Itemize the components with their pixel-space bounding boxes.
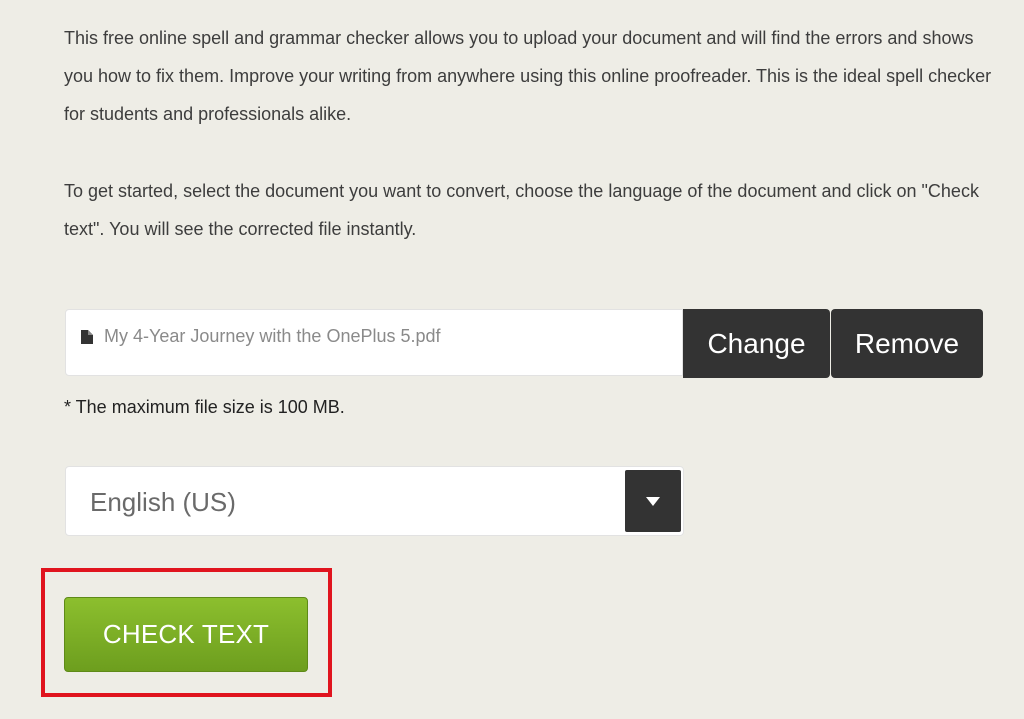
max-file-size-note: * The maximum file size is 100 MB. [64, 397, 345, 417]
file-icon [81, 330, 93, 344]
instructions-paragraph: To get started, select the document you … [64, 181, 979, 239]
intro-paragraph: This free online spell and grammar check… [64, 28, 992, 124]
remove-file-button[interactable]: Remove [831, 309, 983, 378]
language-selected-value: English (US) [90, 487, 236, 517]
file-name: My 4-Year Journey with the OnePlus 5.pdf [104, 326, 441, 346]
language-select[interactable]: English (US) [65, 466, 684, 536]
change-file-button[interactable]: Change [683, 309, 830, 378]
check-text-button[interactable]: CHECK TEXT [64, 597, 308, 672]
selected-file-field[interactable]: My 4-Year Journey with the OnePlus 5.pdf [65, 309, 683, 376]
file-upload-row: My 4-Year Journey with the OnePlus 5.pdf… [65, 309, 983, 378]
caret-down-icon[interactable] [625, 470, 681, 532]
